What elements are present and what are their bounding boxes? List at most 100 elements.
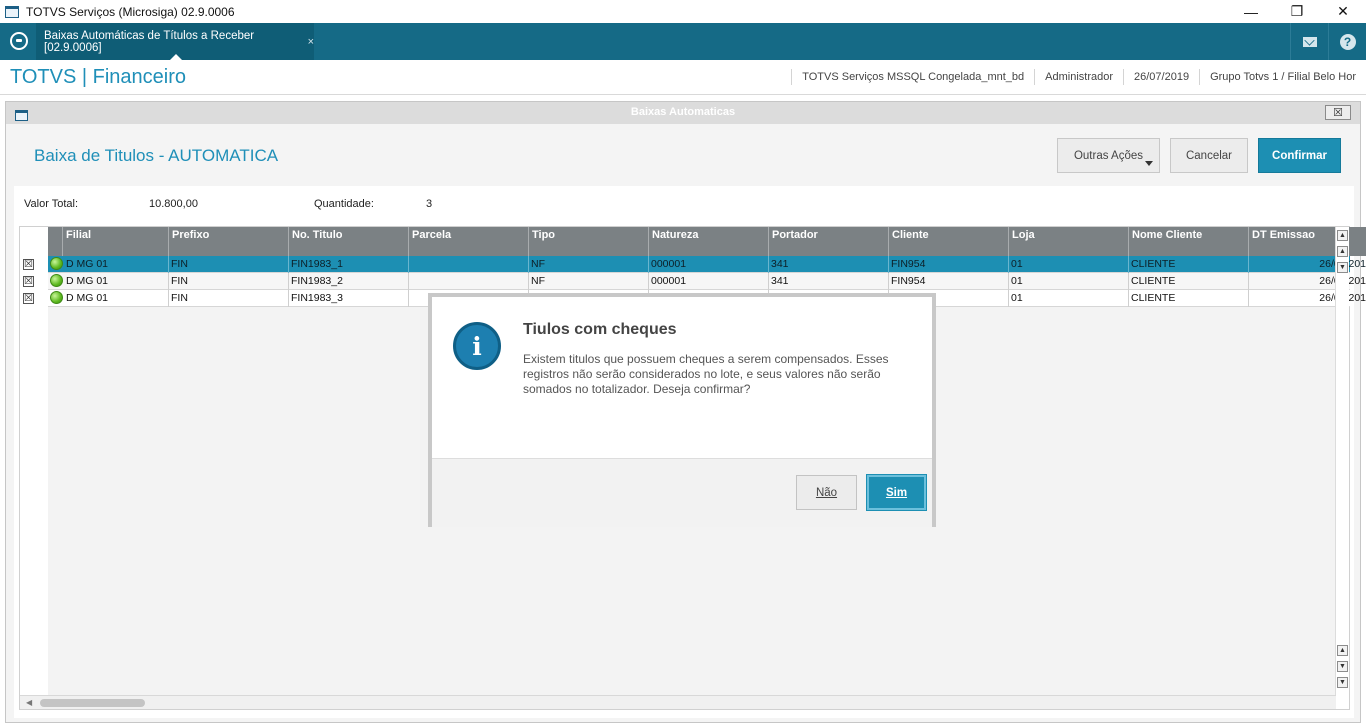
close-window-button[interactable]: ✕	[1320, 0, 1366, 23]
tab-baixas-automaticas[interactable]: Baixas Automáticas de Títulos a Receber …	[36, 23, 314, 60]
cell-parcela[interactable]	[408, 256, 528, 273]
dialog-heading: Baixa de Titulos - AUTOMATICA	[34, 146, 279, 165]
vertical-scrollbar[interactable]: ▲ ▲ ▼ ▲ ▼ ▼	[1335, 227, 1349, 709]
total-label: Valor Total:	[24, 198, 79, 210]
dialog-title: Baixas Automaticas	[630, 106, 736, 118]
quantity-value: 3	[426, 198, 433, 210]
cell-loja[interactable]: 01	[1008, 256, 1128, 273]
status-green-icon	[50, 257, 63, 270]
totvs-logo-icon[interactable]	[10, 32, 28, 50]
horizontal-scrollbar[interactable]: ◀	[20, 695, 1336, 709]
cell-natureza[interactable]: 000001	[648, 256, 768, 273]
column-header[interactable]: Loja	[1008, 227, 1128, 256]
window-titlebar: TOTVS Serviços (Microsiga) 02.9.0006 — ❐…	[0, 0, 1366, 23]
more-actions-button[interactable]: Outras Ações	[1057, 138, 1160, 173]
cell-portador[interactable]: 341	[768, 273, 888, 290]
environment-label[interactable]: TOTVS Serviços MSSQL Congelada_mnt_bd	[791, 69, 1034, 85]
scroll-up-icon[interactable]: ▲	[1337, 246, 1348, 257]
column-header[interactable]: Portador	[768, 227, 888, 256]
minimize-button[interactable]: —	[1228, 0, 1274, 23]
branch-label[interactable]: Grupo Totvs 1 / Filial Belo Hor	[1199, 69, 1366, 85]
cell-titulo[interactable]: FIN1983_2	[288, 273, 408, 290]
scroll-bottom-icon[interactable]: ▼	[1337, 677, 1348, 688]
status-green-icon	[50, 274, 63, 287]
row-checkbox[interactable]: ☒	[23, 276, 34, 287]
message-text: Existem titulos que possuem cheques a se…	[523, 352, 889, 396]
column-header[interactable]: Tipo	[528, 227, 648, 256]
scroll-top-icon[interactable]: ▲	[1337, 230, 1348, 241]
chevron-down-icon	[1145, 161, 1153, 166]
cell-loja[interactable]: 01	[1008, 273, 1128, 290]
row-cells: D MG 01 FIN FIN1983_2 NF 000001 341 FIN954 01 CL…	[48, 273, 1366, 290]
module-header: TOTVS | Financeiro TOTVS Serviços MSSQL …	[0, 60, 1366, 95]
scroll-page-up-icon[interactable]: ▲	[1337, 645, 1348, 656]
cell-cliente[interactable]: FIN954	[888, 256, 1008, 273]
quantity-label: Quantidade:	[314, 198, 374, 210]
dialog-titlebar: Baixas Automaticas ☒	[6, 102, 1360, 124]
info-icon: i	[453, 322, 501, 370]
cell-nome[interactable]: CLIENTE	[1128, 273, 1248, 290]
dialog-close-button[interactable]: ☒	[1325, 105, 1351, 120]
column-header[interactable]: Nome Cliente	[1128, 227, 1248, 256]
maximize-button[interactable]: ❐	[1274, 0, 1320, 23]
user-label[interactable]: Administrador	[1034, 69, 1123, 85]
no-button[interactable]: Não	[796, 475, 857, 510]
column-header[interactable]: Natureza	[648, 227, 768, 256]
cell-loja[interactable]: 01	[1008, 290, 1128, 307]
horizontal-scroll-thumb[interactable]	[40, 699, 145, 707]
message-title: Tiulos com cheques	[523, 321, 677, 338]
grid-header: Filial Prefixo No. Titulo Parcela Tipo Nature…	[48, 227, 1366, 256]
column-header[interactable]: Prefixo	[168, 227, 288, 256]
cell-prefixo[interactable]: FIN	[168, 290, 288, 307]
cell-filial[interactable]: D MG 01	[64, 256, 168, 273]
row-checkbox[interactable]: ☒	[23, 293, 34, 304]
cell-filial[interactable]: D MG 01	[64, 290, 168, 307]
column-header[interactable]: Filial	[62, 227, 168, 256]
row-cells: D MG 01 FIN FIN1983_1 NF 000001 341 FIN954 01 CL…	[48, 256, 1366, 273]
cell-titulo[interactable]: FIN1983_3	[288, 290, 408, 307]
mail-button[interactable]	[1290, 23, 1328, 60]
column-header[interactable]: Cliente	[888, 227, 1008, 256]
app-tabbar: Baixas Automáticas de Títulos a Receber …	[0, 23, 1366, 60]
scroll-page-down-icon[interactable]: ▼	[1337, 661, 1348, 672]
mail-icon	[1302, 36, 1317, 47]
message-footer: Não Sim	[432, 458, 932, 527]
session-info: TOTVS Serviços MSSQL Congelada_mnt_bd Ad…	[791, 60, 1366, 94]
tab-close-icon[interactable]: ×	[308, 36, 314, 48]
table-row[interactable]: ☒ D MG 01 FIN FIN1983_2 NF 000001 341 FIN954 01 C…	[20, 273, 1366, 290]
tab-label: Baixas Automáticas de Títulos a Receber …	[44, 29, 255, 54]
status-green-icon	[50, 291, 63, 304]
cancel-button[interactable]: Cancelar	[1170, 138, 1248, 173]
cell-prefixo[interactable]: FIN	[168, 273, 288, 290]
more-actions-label: Outras Ações	[1073, 149, 1144, 162]
cell-tipo[interactable]: NF	[528, 273, 648, 290]
column-header[interactable]: Parcela	[408, 227, 528, 256]
help-button[interactable]: ?	[1328, 23, 1366, 60]
help-icon: ?	[1339, 33, 1356, 50]
cell-prefixo[interactable]: FIN	[168, 256, 288, 273]
cheques-message-box: i Tiulos com cheques Existem titulos que…	[428, 293, 936, 527]
window-title: TOTVS Serviços (Microsiga) 02.9.0006	[26, 4, 235, 19]
confirm-button[interactable]: Confirmar	[1258, 138, 1341, 173]
scroll-down-icon[interactable]: ▼	[1337, 262, 1348, 273]
cell-natureza[interactable]: 000001	[648, 273, 768, 290]
cell-portador[interactable]: 341	[768, 256, 888, 273]
cell-titulo[interactable]: FIN1983_1	[288, 256, 408, 273]
total-value: 10.800,00	[149, 198, 198, 210]
cell-cliente[interactable]: FIN954	[888, 273, 1008, 290]
dialog-header: Baixa de Titulos - AUTOMATICA Outras Açõ…	[6, 124, 1360, 186]
date-label[interactable]: 26/07/2019	[1123, 69, 1199, 85]
window-controls: — ❐ ✕	[1228, 0, 1366, 23]
table-row[interactable]: ☒ D MG 01 FIN FIN1983_1 NF 000001 341 FIN954 01 C…	[20, 256, 1366, 273]
cell-filial[interactable]: D MG 01	[64, 273, 168, 290]
row-checkbox[interactable]: ☒	[23, 259, 34, 270]
app-window-icon	[5, 5, 19, 18]
cell-nome[interactable]: CLIENTE	[1128, 256, 1248, 273]
cell-parcela[interactable]	[408, 273, 528, 290]
cell-nome[interactable]: CLIENTE	[1128, 290, 1248, 307]
scroll-left-icon[interactable]: ◀	[26, 698, 32, 707]
cell-tipo[interactable]: NF	[528, 256, 648, 273]
module-title: TOTVS | Financeiro	[10, 66, 186, 88]
column-header[interactable]: No. Titulo	[288, 227, 408, 256]
yes-button[interactable]: Sim	[867, 475, 926, 510]
